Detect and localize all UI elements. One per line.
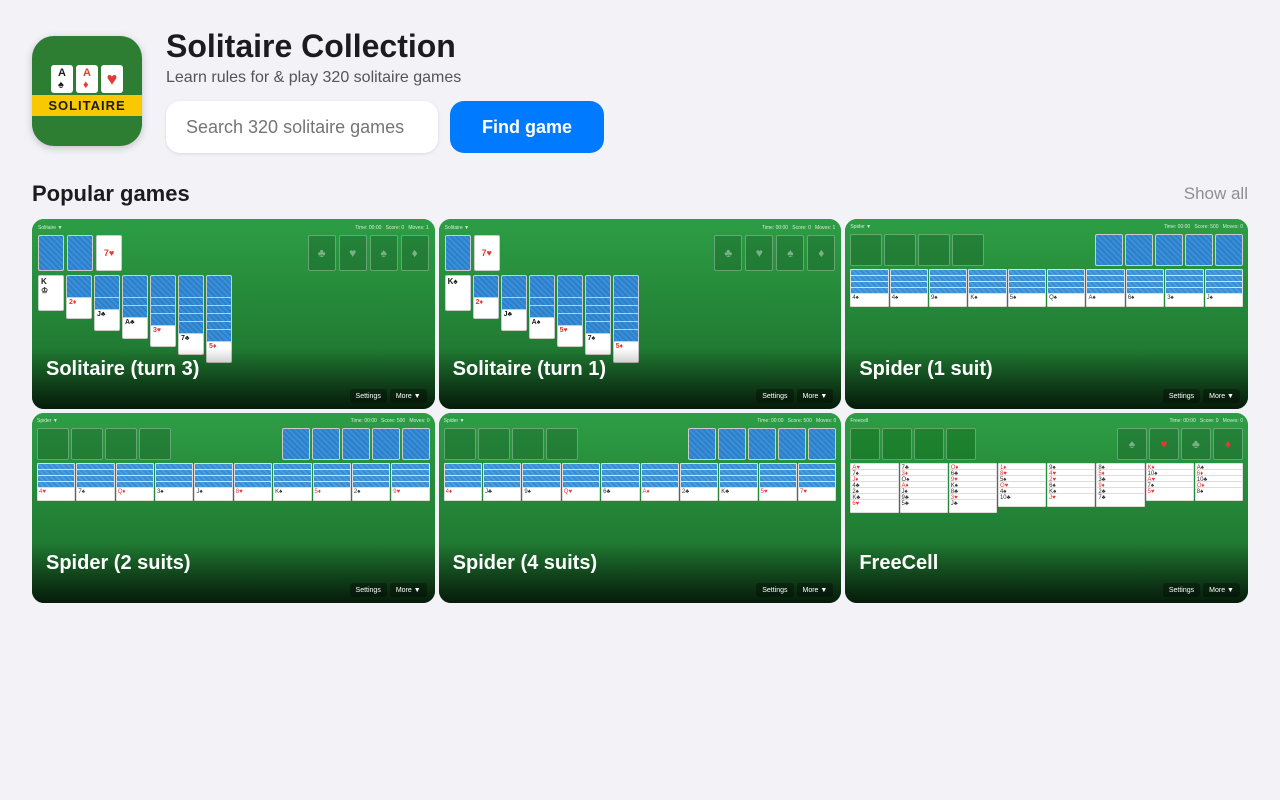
game-card-solitaire-turn1[interactable]: Solitaire ▼ Time: 00:00 Score: 0 Moves: …	[439, 219, 842, 409]
top-bar-2: Solitaire ▼ Time: 00:00 Score: 0 Moves: …	[445, 225, 836, 231]
game-screenshot-solitaire-turn1: Solitaire ▼ Time: 00:00 Score: 0 Moves: …	[439, 219, 842, 409]
game-card-freecell[interactable]: Freecell Time: 00:00 Score: 0 Moves: 0 ♠…	[845, 413, 1248, 603]
popular-section-title: Popular games	[32, 181, 190, 207]
game-title-4: Spider (2 suits)	[46, 552, 421, 575]
game-card-solitaire-turn3[interactable]: Solitaire ▼ Time: 00:00 Score: 0 Moves: …	[32, 219, 435, 409]
show-all-button[interactable]: Show all	[1184, 184, 1248, 204]
card-heart: ♥	[101, 65, 123, 93]
app-icon[interactable]: A♠ A♦ ♥ SOLITAIRE	[32, 36, 142, 146]
top-bar-4: Spider ▼ Time: 00:00 Score: 500 Moves: 0	[37, 418, 430, 424]
popular-section-header: Popular games Show all	[0, 173, 1280, 219]
search-input[interactable]	[166, 101, 438, 153]
game-card-spider4[interactable]: Spider ▼ Time: 00:00 Score: 500 Moves: 0	[439, 413, 842, 603]
game-title-6: FreeCell	[859, 552, 1234, 575]
game-title-3: Spider (1 suit)	[859, 358, 1234, 381]
game-screenshot-spider2: Spider ▼ Time: 00:00 Score: 500 Moves: 0	[32, 413, 435, 603]
game-card-spider2[interactable]: Spider ▼ Time: 00:00 Score: 500 Moves: 0	[32, 413, 435, 603]
top-bar-3: Spider ▼ Time: 00:00 Score: 500 Moves: 0	[850, 224, 1243, 230]
app-header: A♠ A♦ ♥ SOLITAIRE Solitaire Collection L…	[0, 0, 1280, 173]
top-bar-5: Spider ▼ Time: 00:00 Score: 500 Moves: 0	[444, 418, 837, 424]
game-title-1: Solitaire (turn 3)	[46, 358, 421, 381]
app-title: Solitaire Collection	[166, 28, 604, 65]
find-game-button[interactable]: Find game	[450, 101, 604, 153]
card-a-diamond: A♦	[76, 65, 98, 93]
game-screenshot-freecell: Freecell Time: 00:00 Score: 0 Moves: 0 ♠…	[845, 413, 1248, 603]
app-icon-label: SOLITAIRE	[32, 95, 142, 116]
top-bar-6: Freecell Time: 00:00 Score: 0 Moves: 0	[850, 418, 1243, 424]
app-subtitle: Learn rules for & play 320 solitaire gam…	[166, 69, 604, 87]
search-area: Find game	[166, 101, 604, 153]
game-title-5: Spider (4 suits)	[453, 552, 828, 575]
card-a-spade: A♠	[51, 65, 73, 93]
app-title-area: Solitaire Collection Learn rules for & p…	[166, 28, 604, 153]
game-screenshot-spider4: Spider ▼ Time: 00:00 Score: 500 Moves: 0	[439, 413, 842, 603]
game-title-2: Solitaire (turn 1)	[453, 358, 828, 381]
game-screenshot-solitaire-turn3: Solitaire ▼ Time: 00:00 Score: 0 Moves: …	[32, 219, 435, 409]
game-card-spider1[interactable]: Spider ▼ Time: 00:00 Score: 500 Moves: 0	[845, 219, 1248, 409]
games-grid: Solitaire ▼ Time: 00:00 Score: 0 Moves: …	[0, 219, 1280, 603]
game-screenshot-spider1: Spider ▼ Time: 00:00 Score: 500 Moves: 0	[845, 219, 1248, 409]
app-icon-cards: A♠ A♦ ♥	[51, 65, 123, 93]
top-bar: Solitaire ▼ Time: 00:00 Score: 0 Moves: …	[38, 225, 429, 231]
